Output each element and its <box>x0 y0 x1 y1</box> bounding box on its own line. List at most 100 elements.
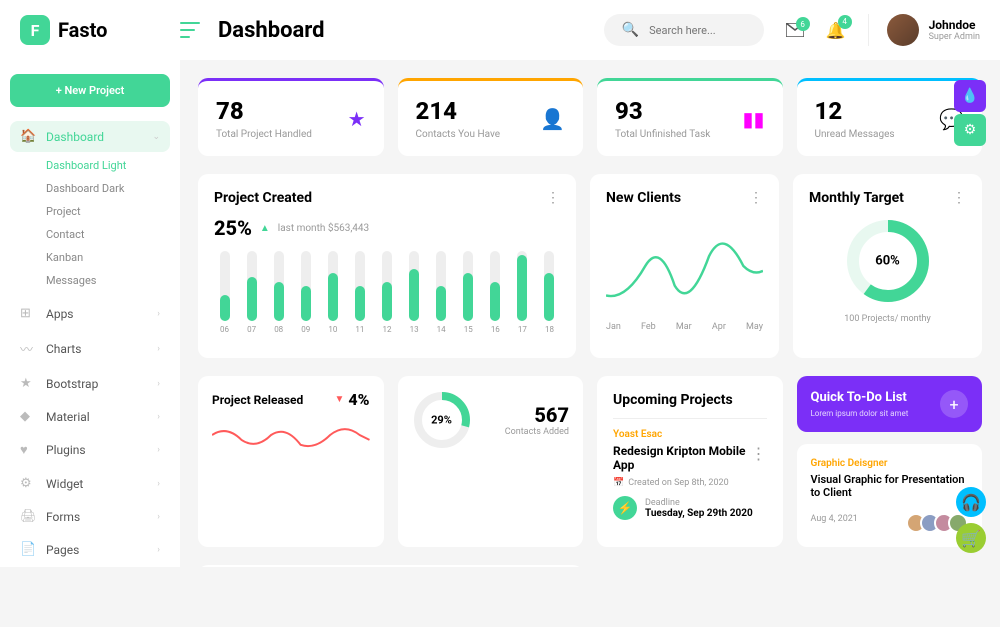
stat-card: 93 Total Unfinished Task ▮▮ <box>597 78 783 156</box>
chevron-right-icon: › <box>157 545 160 555</box>
sidebar-submenu: Dashboard Light Dashboard Dark Project C… <box>10 154 170 292</box>
kebab-icon[interactable]: ⋮ <box>751 444 767 478</box>
search-input[interactable] <box>649 24 746 37</box>
submenu-dashboard-dark[interactable]: Dashboard Dark <box>46 177 170 200</box>
stat-label: Total Unfinished Task <box>615 129 765 140</box>
stat-label: Total Project Handled <box>216 129 366 140</box>
donut-value: 60% <box>875 254 900 269</box>
stat-card: 78 Total Project Handled ★ <box>198 78 384 156</box>
messages-notif[interactable]: 6 <box>786 23 804 37</box>
deadline-date: Tuesday, Sep 29th 2020 <box>645 508 753 519</box>
gear-icon: ⚙ <box>20 476 36 491</box>
kebab-icon[interactable]: ⋮ <box>749 190 763 206</box>
new-project-button[interactable]: + New Project <box>10 74 170 107</box>
todo-task: Visual Graphic for Presentation to Clien… <box>811 473 969 499</box>
card-title: New Clients <box>606 190 763 206</box>
contacts-value: 567 <box>484 403 570 427</box>
home-icon: 🏠 <box>20 129 36 144</box>
project-released-card: Project Released ▼ 4% <box>198 376 384 547</box>
sidebar-item-apps[interactable]: ⊞Apps› <box>10 298 170 329</box>
percent-value: 25% <box>214 216 252 240</box>
card-title: Project Created <box>214 190 560 206</box>
cart-button[interactable]: 🛒 <box>956 523 986 553</box>
user-role: Super Admin <box>929 32 980 42</box>
todo-category: Graphic Deisgner <box>811 458 969 469</box>
bell-badge: 4 <box>838 15 852 29</box>
submenu-dashboard-light[interactable]: Dashboard Light <box>46 154 170 177</box>
card-title: Monthly Target <box>809 190 966 206</box>
triangle-up-icon: ▲ <box>260 223 270 234</box>
layers-icon: ◆ <box>20 409 36 424</box>
chevron-right-icon: › <box>157 309 160 319</box>
heart-icon: ♥ <box>20 442 36 458</box>
sidebar-item-forms[interactable]: 🖨Forms› <box>10 501 170 532</box>
donut-label: 100 Projects/ monthy <box>844 314 931 324</box>
page-icon: 📄 <box>20 542 36 557</box>
logo-icon: F <box>20 15 50 45</box>
subtext: last month $563,443 <box>278 223 369 234</box>
user-name: Johndoe <box>929 18 980 32</box>
project-name: Redesign Kripton Mobile App <box>613 444 751 472</box>
chevron-right-icon: › <box>157 479 160 489</box>
submenu-project[interactable]: Project <box>46 200 170 223</box>
stat-label: Contacts You Have <box>416 129 566 140</box>
bolt-icon: ⚡ <box>613 496 637 520</box>
monthly-target-card: Monthly Target ⋮ 60% 100 Projects/ month… <box>793 174 982 358</box>
todo-date: Aug 4, 2021 <box>811 514 858 524</box>
contacts-added-card: 29% 567 Contacts Added <box>398 376 584 547</box>
sidebar-item-dashboard[interactable]: 🏠 Dashboard ⌄ <box>10 121 170 152</box>
stat-icon: ★ <box>348 107 366 131</box>
support-button[interactable]: 🎧 <box>956 487 986 517</box>
todo-item-card: Graphic Deisgner Visual Graphic for Pres… <box>797 444 983 547</box>
chevron-right-icon: › <box>157 344 160 354</box>
submenu-contact[interactable]: Contact <box>46 223 170 246</box>
logo[interactable]: F Fasto <box>20 15 180 45</box>
theme-button[interactable]: 💧 <box>954 80 986 112</box>
submenu-messages[interactable]: Messages <box>46 269 170 292</box>
sidebar-item-pages[interactable]: 📄Pages› <box>10 534 170 565</box>
chevron-down-icon: ⌄ <box>152 132 160 142</box>
sidebar-item-plugins[interactable]: ♥Plugins› <box>10 434 170 466</box>
messages-badge: 6 <box>796 17 810 31</box>
upcoming-projects-card: Upcoming Projects Yoast Esac Redesign Kr… <box>597 376 783 547</box>
sidebar-item-bootstrap[interactable]: ★Bootstrap› <box>10 368 170 399</box>
hamburger-icon[interactable] <box>180 22 200 38</box>
chevron-right-icon: › <box>157 379 160 389</box>
chevron-right-icon: › <box>157 445 160 455</box>
bell-notif[interactable]: 🔔 4 <box>826 21 846 40</box>
submenu-kanban[interactable]: Kanban <box>46 246 170 269</box>
calendar-icon: 📅 <box>613 478 624 488</box>
stat-label: Unread Messages <box>815 129 965 140</box>
project-created-card: Project Created ⋮ 25% ▲ last month $563,… <box>198 174 576 358</box>
triangle-down-icon: ▼ <box>335 394 345 405</box>
stat-value: 78 <box>216 97 366 125</box>
stat-icon: 👤 <box>540 107 565 131</box>
chevron-right-icon: › <box>157 512 160 522</box>
sidebar-item-widget[interactable]: ⚙Widget› <box>10 468 170 499</box>
sidebar-item-material[interactable]: ◆Material› <box>10 401 170 432</box>
kebab-icon[interactable]: ⋮ <box>546 190 560 206</box>
mini-donut-value: 29% <box>431 414 452 427</box>
stat-icon: ▮▮ <box>742 107 764 131</box>
add-todo-button[interactable]: + <box>940 390 968 418</box>
deadline-label: Deadline <box>645 498 753 508</box>
contacts-label: Contacts Added <box>484 427 570 437</box>
stat-card: 214 Contacts You Have 👤 <box>398 78 584 156</box>
user-menu[interactable]: Johndoe Super Admin <box>868 14 980 46</box>
percent-value: 4% <box>348 390 369 409</box>
settings-button[interactable]: ⚙ <box>954 114 986 146</box>
star-icon: ★ <box>20 376 36 391</box>
chart-icon: 〰 <box>20 339 36 358</box>
card-title: Project Released <box>212 393 303 407</box>
new-clients-card: New Clients ⋮ JanFebMarAprMay <box>590 174 779 358</box>
avatar <box>887 14 919 46</box>
line-chart <box>606 216 763 316</box>
search-box[interactable]: 🔍 <box>604 14 764 46</box>
search-icon: 🔍 <box>622 22 639 38</box>
print-icon: 🖨 <box>20 509 36 524</box>
todo-header-card: Quick To-Do List Lorem ipsum dolor sit a… <box>797 376 983 432</box>
project-client: Yoast Esac <box>613 429 767 440</box>
sidebar-item-charts[interactable]: 〰Charts› <box>10 331 170 366</box>
kebab-icon[interactable]: ⋮ <box>952 190 966 206</box>
page-title: Dashboard <box>218 18 325 43</box>
